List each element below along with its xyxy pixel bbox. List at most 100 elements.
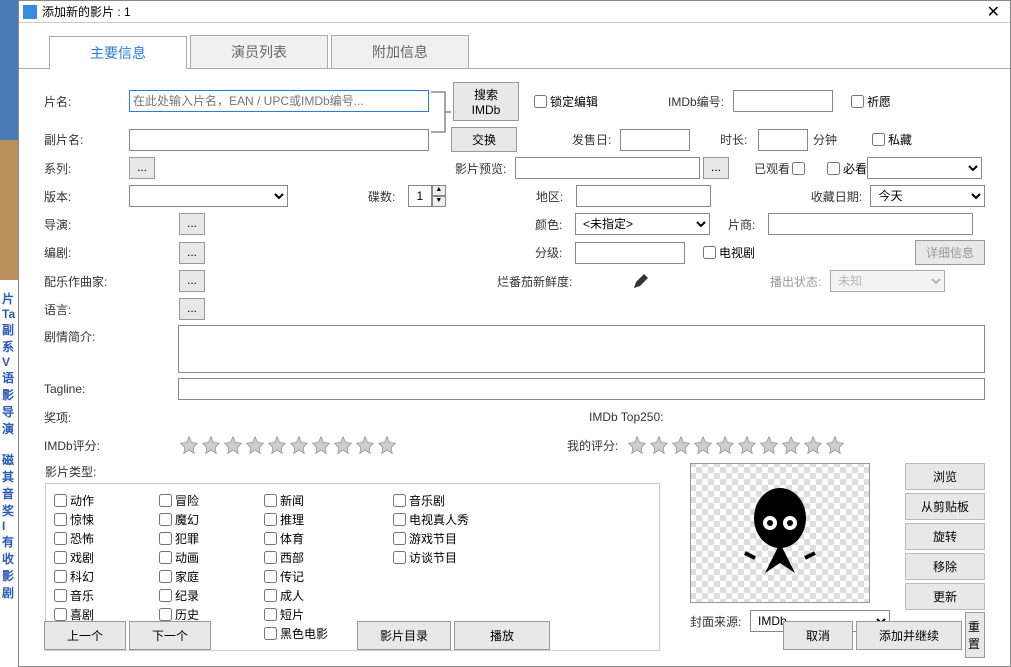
series-browse-button[interactable]: ...	[129, 157, 155, 179]
remove-image-button[interactable]: 移除	[905, 553, 985, 580]
subtitle-input[interactable]	[129, 129, 429, 151]
label-coll-date: 收藏日期:	[811, 188, 871, 205]
color-select[interactable]: <未指定>	[575, 213, 710, 235]
coll-date-select[interactable]: 今天	[870, 185, 985, 207]
genre-戏剧[interactable]: 戏剧	[54, 549, 94, 566]
language-browse-button[interactable]: ...	[179, 298, 205, 320]
tab-main-info[interactable]: 主要信息	[49, 36, 187, 69]
add-continue-button[interactable]: 添加并继续	[856, 621, 962, 650]
genre-家庭[interactable]: 家庭	[159, 568, 199, 585]
genre-体育[interactable]: 体育	[264, 530, 328, 547]
genre-西部[interactable]: 西部	[264, 549, 328, 566]
plot-textarea[interactable]	[178, 325, 985, 373]
tagline-input[interactable]	[178, 378, 985, 400]
update-image-button[interactable]: 更新	[905, 583, 985, 610]
composer-browse-button[interactable]: ...	[179, 270, 205, 292]
genre-冒险[interactable]: 冒险	[159, 492, 199, 509]
genre-音乐剧[interactable]: 音乐剧	[393, 492, 469, 509]
play-button[interactable]: 播放	[454, 621, 550, 650]
cancel-button[interactable]: 取消	[783, 621, 853, 650]
genre-犯罪[interactable]: 犯罪	[159, 530, 199, 547]
preview-browse-button[interactable]: ...	[703, 157, 729, 179]
director-browse-button[interactable]: ...	[179, 213, 205, 235]
label-my-rating: 我的评分:	[567, 437, 627, 454]
preview-input[interactable]	[515, 157, 700, 179]
genre-动作[interactable]: 动作	[54, 492, 94, 509]
footer-bar: 上一个 下一个 影片目录 播放 取消 添加并继续 重置	[44, 612, 985, 658]
bracket-icon	[431, 90, 451, 134]
genre-动画[interactable]: 动画	[159, 549, 199, 566]
lock-edit-checkbox[interactable]: 锁定编辑	[534, 93, 598, 110]
my-rating-stars[interactable]	[627, 435, 845, 455]
region-input[interactable]	[576, 185, 711, 207]
genre-成人[interactable]: 成人	[264, 587, 328, 604]
label-imdb-rating: IMDb评分:	[44, 437, 179, 454]
must-checkbox[interactable]: 必看	[827, 160, 867, 177]
catalog-button[interactable]: 影片目录	[357, 621, 451, 650]
placeholder-alien-icon	[735, 483, 825, 583]
background-text: 片Ta副系V语影导演磁其音奖I有收影剧	[2, 290, 15, 601]
genre-新闻[interactable]: 新闻	[264, 492, 328, 509]
reset-button[interactable]: 重置	[965, 612, 985, 658]
label-composer: 配乐作曲家:	[44, 273, 179, 290]
studio-input[interactable]	[768, 213, 973, 235]
imdb-rating-stars[interactable]	[179, 435, 397, 455]
label-imdb-top: IMDb Top250:	[589, 410, 664, 424]
swap-button[interactable]: 交换	[451, 127, 517, 152]
tab-actors[interactable]: 演员列表	[190, 35, 328, 68]
close-button[interactable]: ✕	[981, 2, 1006, 22]
genre-推理[interactable]: 推理	[264, 511, 328, 528]
spin-up[interactable]: ▲	[432, 185, 446, 196]
rating-class-input[interactable]	[575, 242, 685, 264]
discs-spinner[interactable]: ▲▼	[408, 185, 446, 207]
title-input[interactable]	[129, 90, 429, 112]
imdb-no-input[interactable]	[733, 90, 833, 112]
prev-button[interactable]: 上一个	[44, 621, 126, 650]
search-imdb-button[interactable]: 搜索IMDb	[453, 82, 519, 121]
release-input[interactable]	[620, 129, 690, 151]
genre-恐怖[interactable]: 恐怖	[54, 530, 94, 547]
private-checkbox[interactable]: 私藏	[872, 131, 912, 148]
tvshow-checkbox[interactable]: 电视剧	[703, 244, 755, 261]
watched-select[interactable]	[867, 157, 982, 179]
label-release: 发售日:	[572, 131, 620, 148]
cover-preview	[690, 463, 870, 603]
writer-browse-button[interactable]: ...	[179, 242, 205, 264]
titlebar: 添加新的影片 : 1 ✕	[19, 1, 1010, 23]
watched-checkbox[interactable]	[792, 162, 805, 175]
label-tagline: Tagline:	[44, 382, 178, 396]
label-discs: 碟数:	[368, 188, 408, 205]
label-version: 版本:	[44, 188, 129, 205]
genre-惊悚[interactable]: 惊悚	[54, 511, 94, 528]
genre-纪录[interactable]: 纪录	[159, 587, 199, 604]
label-series: 系列:	[44, 160, 129, 177]
genre-传记[interactable]: 传记	[264, 568, 328, 585]
window-title: 添加新的影片 : 1	[42, 3, 981, 20]
details-button[interactable]: 详细信息	[915, 240, 985, 265]
genre-游戏节目[interactable]: 游戏节目	[393, 530, 469, 547]
next-button[interactable]: 下一个	[129, 621, 211, 650]
version-select[interactable]	[129, 185, 288, 207]
label-rating-class: 分级:	[535, 244, 575, 261]
label-region: 地区:	[536, 188, 576, 205]
wish-checkbox[interactable]: 祈愿	[851, 93, 891, 110]
broadcast-select: 未知	[830, 270, 945, 292]
label-watched: 已观看	[754, 160, 790, 177]
duration-input[interactable]	[758, 129, 808, 151]
tab-extra[interactable]: 附加信息	[331, 35, 469, 68]
label-color: 颜色:	[535, 216, 575, 233]
spin-down[interactable]: ▼	[432, 196, 446, 207]
genre-音乐[interactable]: 音乐	[54, 587, 94, 604]
pencil-icon[interactable]	[632, 272, 650, 290]
browse-image-button[interactable]: 浏览	[905, 463, 985, 490]
label-awards: 奖项:	[44, 409, 179, 426]
genre-电视真人秀[interactable]: 电视真人秀	[393, 511, 469, 528]
genre-魔幻[interactable]: 魔幻	[159, 511, 199, 528]
genre-访谈节目[interactable]: 访谈节目	[393, 549, 469, 566]
app-icon	[23, 5, 37, 19]
rotate-image-button[interactable]: 旋转	[905, 523, 985, 550]
clipboard-image-button[interactable]: 从剪贴板	[905, 493, 985, 520]
genre-科幻[interactable]: 科幻	[54, 568, 94, 585]
label-broadcast: 播出状态:	[770, 273, 830, 290]
label-preview: 影片预览:	[455, 160, 515, 177]
